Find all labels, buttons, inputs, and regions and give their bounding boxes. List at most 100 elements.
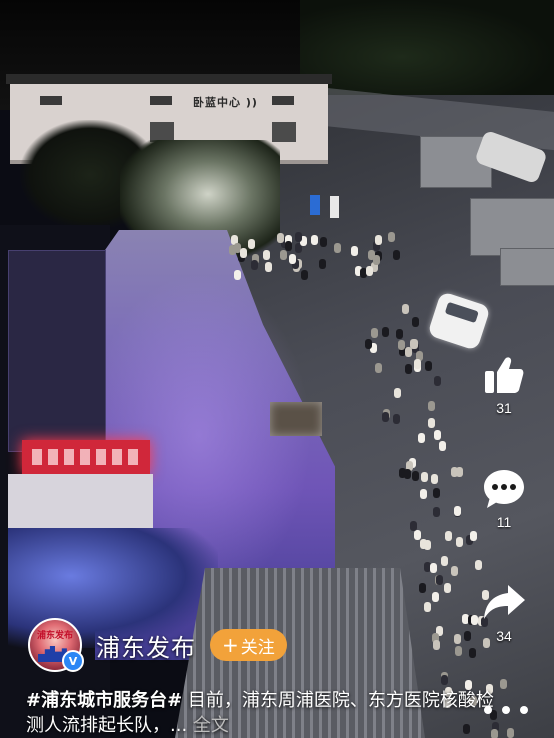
crowd-person <box>506 727 514 738</box>
crowd-person <box>433 488 441 499</box>
crowd-person <box>423 601 431 612</box>
crowd-person <box>265 261 273 272</box>
crowd-person <box>239 248 247 259</box>
crowd-person <box>441 675 449 686</box>
crowd-person <box>451 565 459 576</box>
crowd-person <box>430 563 438 573</box>
crowd-person <box>404 469 412 480</box>
crowd-person <box>394 388 402 399</box>
crowd-person <box>421 472 429 483</box>
led-sign <box>22 440 150 474</box>
white-sign <box>330 196 339 218</box>
crowd-person <box>398 340 406 351</box>
crowd-person <box>276 233 284 244</box>
crowd-queue-top <box>225 232 405 281</box>
follow-label: 关注 <box>240 637 275 658</box>
crowd-person <box>500 678 508 689</box>
crowd-person <box>427 401 435 412</box>
crowd-person <box>374 235 382 246</box>
crowd-person <box>248 238 256 249</box>
crowd-person <box>350 245 358 256</box>
crowd-person <box>320 236 328 247</box>
crowd-person <box>430 473 438 484</box>
crowd-person <box>433 376 441 387</box>
blue-sign <box>310 195 320 215</box>
crowd-person <box>410 520 418 531</box>
crowd-person <box>413 359 421 370</box>
crowd-person <box>280 249 288 260</box>
crowd-person <box>432 640 440 651</box>
crowd-person <box>333 242 341 253</box>
share-count: 34 <box>496 628 512 644</box>
crowd-person <box>387 232 395 243</box>
crowd-person <box>373 255 381 266</box>
crowd-person <box>455 467 463 478</box>
crowd-person <box>404 364 412 374</box>
crowd-person <box>428 417 436 428</box>
crowd-person <box>475 560 483 571</box>
crowd-person <box>454 506 462 517</box>
crowd-person <box>365 338 373 349</box>
crowd-person <box>311 235 319 246</box>
crowd-person <box>382 411 390 422</box>
crowd-person <box>414 529 421 540</box>
crowd-person <box>438 440 446 451</box>
lower-wall <box>8 474 153 528</box>
expand-caption-link[interactable]: 全文 <box>193 715 229 736</box>
crowd-person <box>418 433 426 444</box>
crowd-person <box>285 241 293 252</box>
crowd-person <box>470 531 478 542</box>
crowd-person <box>410 338 418 349</box>
crowd-person <box>366 265 374 276</box>
crowd-person <box>424 361 432 372</box>
crowd-person <box>469 648 477 658</box>
crowd-person <box>420 489 428 500</box>
crowd-person <box>318 258 326 269</box>
crowd-person <box>370 328 378 339</box>
verified-badge-icon: V <box>62 650 84 672</box>
crowd-person <box>263 250 271 260</box>
crowd-person <box>432 506 440 517</box>
crowd-person <box>453 634 461 645</box>
crowd-person <box>444 530 452 541</box>
crowd-person <box>412 316 420 327</box>
crowd-person <box>444 583 452 594</box>
crowd-person <box>392 249 400 260</box>
crowd-person <box>402 304 410 315</box>
plus-icon: + <box>222 633 239 657</box>
crowd-person <box>374 362 382 373</box>
comment-bubble-icon <box>484 470 524 508</box>
crowd-person <box>424 539 432 550</box>
follow-button[interactable]: + 关注 <box>210 629 287 661</box>
crowd-person <box>392 413 400 424</box>
like-button[interactable]: 31 <box>472 352 536 416</box>
share-button[interactable]: 34 <box>472 580 536 644</box>
crowd-person <box>411 470 419 481</box>
crowd-person <box>289 253 297 264</box>
crowd-person <box>436 575 444 586</box>
more-options-icon[interactable] <box>484 700 528 720</box>
building-sign: 卧蓝中心 )) <box>193 96 258 109</box>
crowd-person <box>382 326 390 337</box>
tower-structure <box>8 250 106 452</box>
share-arrow-icon <box>484 585 525 619</box>
lit-box <box>270 402 322 436</box>
crowd-person <box>441 556 449 567</box>
caption[interactable]: #浦东城市服务台# 目前，浦东周浦医院、东方医院核酸检测人流排起长队，... 全… <box>26 688 494 738</box>
crowd-person <box>396 328 404 339</box>
comment-button[interactable]: 11 <box>472 466 536 530</box>
crowd-person <box>432 591 440 602</box>
crowd-person <box>464 631 472 642</box>
author-name[interactable]: 浦东发布 <box>96 628 196 663</box>
caption-hashtag[interactable]: #浦东城市服务台# <box>26 690 182 711</box>
crowd-person <box>251 260 259 271</box>
tree-canopy <box>300 0 554 95</box>
avatar-text: 浦东发布 <box>36 631 73 641</box>
crowd-person <box>455 645 463 656</box>
crowd-person <box>233 269 241 280</box>
video-viewer[interactable]: 卧蓝中心 )) 31 11 34 浦东发布 浦东发布 + 关注 V #浦东城市服… <box>0 0 554 738</box>
thumbs-up-icon <box>485 357 524 393</box>
like-count: 31 <box>496 400 512 416</box>
crowd-person <box>456 536 464 547</box>
crowd-person <box>418 582 426 593</box>
